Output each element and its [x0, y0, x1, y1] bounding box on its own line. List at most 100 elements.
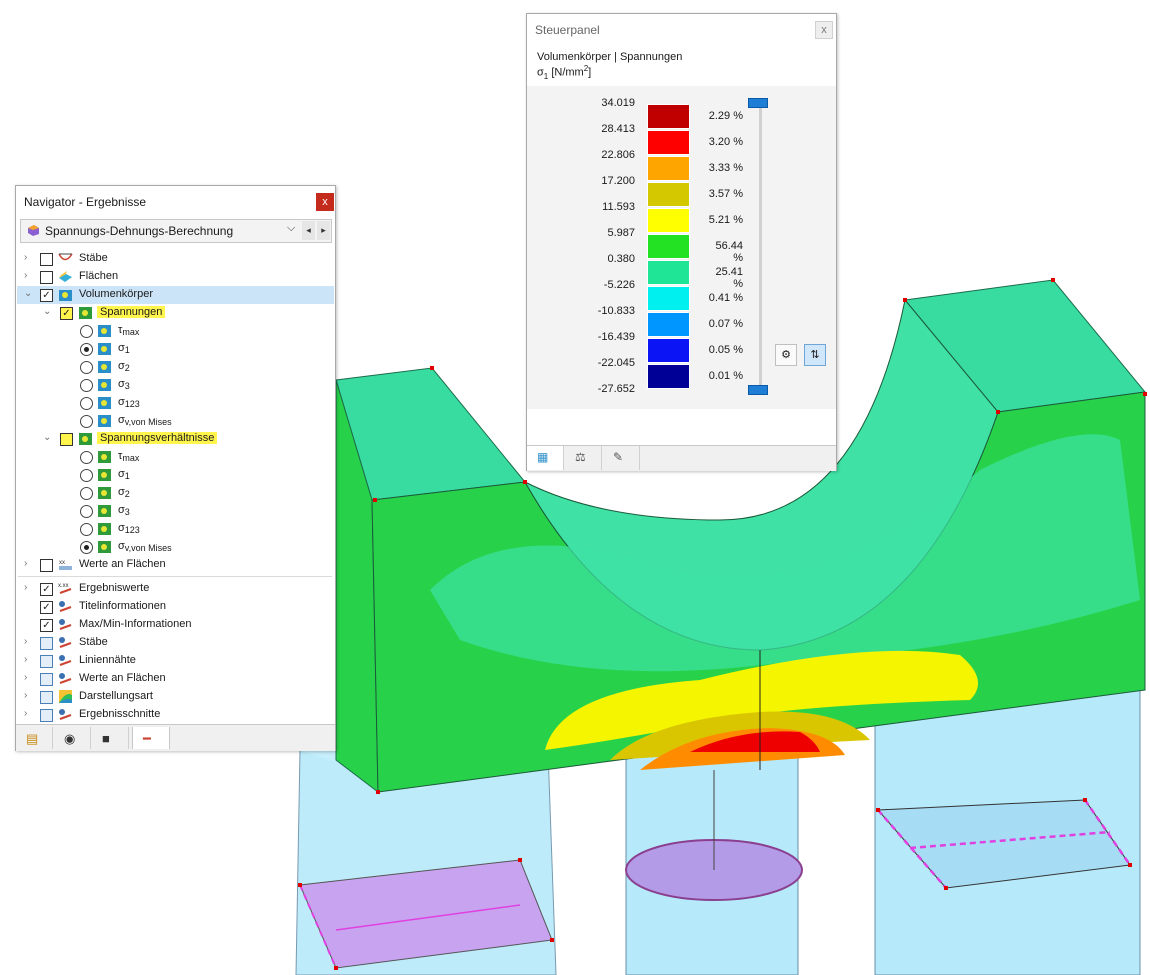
radio-button[interactable] [80, 397, 93, 410]
color-band [647, 312, 690, 337]
scale-value: 11.593 [602, 201, 635, 213]
tab-view[interactable]: ◉ [54, 727, 91, 749]
expand-icon[interactable]: › [24, 672, 34, 683]
tree-label: σ2 [118, 486, 130, 499]
tree-item-sigma-2[interactable]: σ2 [17, 358, 334, 376]
radio-button[interactable] [80, 325, 93, 338]
radio-button[interactable] [80, 541, 93, 554]
ratio-component-icon [98, 505, 111, 517]
tree-item-sigma-123[interactable]: σ123 [17, 394, 334, 412]
expand-icon[interactable]: › [24, 654, 34, 665]
tree-item-ratio-sigma-2[interactable]: σ2 [17, 484, 334, 502]
expand-icon[interactable]: › [24, 636, 34, 647]
tab-balance[interactable]: ⚖ [565, 446, 602, 470]
stress-component-icon [98, 325, 111, 337]
stress-icon [79, 307, 92, 319]
tree-item-display-staebe[interactable]: › Stäbe [17, 634, 334, 652]
maxmin-icon [59, 619, 72, 630]
tree-item-ratio-von-mises[interactable]: σv,von Mises [17, 538, 334, 556]
tab-settings[interactable]: ✎ [603, 446, 640, 470]
tab-camera[interactable]: ■ [92, 727, 129, 749]
checkbox[interactable] [40, 691, 53, 704]
analysis-type-combo[interactable]: Spannungs-Dehnungs-Berechnung ⌵ ◂ ▸ [20, 219, 332, 243]
color-band [647, 156, 690, 181]
tree-item-ratio-sigma-123[interactable]: σ123 [17, 520, 334, 538]
checkbox[interactable]: ✓ [40, 601, 53, 614]
radio-button[interactable] [80, 451, 93, 464]
tab-results-display[interactable]: ━ [132, 727, 170, 749]
expand-icon[interactable]: › [24, 270, 34, 281]
slider-min-handle[interactable] [748, 385, 768, 395]
tree-item-sigma-von-mises[interactable]: σv,von Mises [17, 412, 334, 430]
checkbox[interactable] [40, 637, 53, 650]
legend-scale-button[interactable]: ⇅ [804, 344, 826, 366]
checkbox[interactable] [40, 709, 53, 722]
tree-item-ratio-sigma-3[interactable]: σ3 [17, 502, 334, 520]
scale-value: -16.439 [597, 331, 635, 343]
tree-item-display-werte-an-flaechen[interactable]: › Werte an Flächen [17, 670, 334, 688]
tree-item-sigma-3[interactable]: σ3 [17, 376, 334, 394]
checkbox[interactable] [40, 271, 53, 284]
tab-data[interactable]: ▤ [16, 727, 53, 749]
range-slider-track[interactable] [759, 100, 762, 390]
radio-button[interactable] [80, 415, 93, 428]
tree-item-ergebniswerte[interactable]: › ✓ x.xx Ergebniswerte [17, 580, 334, 598]
radio-button[interactable] [80, 379, 93, 392]
checkbox[interactable]: ✓ [40, 289, 53, 302]
member-diagram-icon [58, 253, 73, 261]
checkbox[interactable]: ✓ [40, 583, 53, 596]
checkbox[interactable] [40, 655, 53, 668]
navigator-close-button[interactable]: x [316, 193, 334, 211]
tree-item-darstellungsart[interactable]: › Darstellungsart [17, 688, 334, 706]
scale-value: 34.019 [601, 97, 635, 109]
tree-item-titelinformationen[interactable]: ✓ Titelinformationen [17, 598, 334, 616]
checkbox[interactable]: ✓ [60, 307, 73, 320]
tree-item-ratio-tau-max[interactable]: τmax [17, 448, 334, 466]
collapse-icon[interactable]: ⌄ [43, 432, 53, 443]
slider-max-handle[interactable] [748, 98, 768, 108]
checkbox[interactable]: ✓ [40, 619, 53, 632]
prev-icon[interactable]: ◂ [302, 221, 315, 240]
next-icon[interactable]: ▸ [317, 221, 330, 240]
radio-button[interactable] [80, 343, 93, 356]
tab-color-scale[interactable]: ▦ [527, 446, 564, 470]
tree-label: τmax [118, 450, 140, 463]
tree-item-ratio-sigma-1[interactable]: σ1 [17, 466, 334, 484]
tree-item-staebe[interactable]: › Stäbe [17, 250, 334, 268]
expand-icon[interactable]: › [24, 558, 34, 569]
collapse-icon[interactable]: ⌄ [24, 288, 34, 299]
control-panel-close-button[interactable]: x [815, 21, 833, 39]
color-band [647, 338, 690, 363]
tree-label: σv,von Mises [118, 414, 172, 427]
radio-button[interactable] [80, 523, 93, 536]
checkbox[interactable] [60, 433, 73, 446]
expand-icon[interactable]: › [24, 582, 34, 593]
ratio-component-icon [98, 523, 111, 535]
tree-item-liniennaehte[interactable]: › Liniennähte [17, 652, 334, 670]
radio-button[interactable] [80, 469, 93, 482]
stress-component-icon [98, 379, 111, 391]
tree-item-tau-max[interactable]: τmax [17, 322, 334, 340]
color-band [647, 260, 690, 285]
radio-button[interactable] [80, 505, 93, 518]
collapse-icon[interactable]: ⌄ [43, 306, 53, 317]
tree-item-spannungsverhaeltnisse[interactable]: ⌄ Spannungsverhältnisse [17, 430, 334, 448]
checkbox[interactable] [40, 673, 53, 686]
tree-item-werte-an-flaechen[interactable]: › xx Werte an Flächen [17, 556, 334, 574]
expand-icon[interactable]: › [24, 690, 34, 701]
radio-button[interactable] [80, 361, 93, 374]
expand-icon[interactable]: › [24, 252, 34, 263]
radio-button[interactable] [80, 487, 93, 500]
tree-item-volumenkoerper[interactable]: ⌄ ✓ Volumenkörper [17, 286, 334, 304]
tree-item-flaechen[interactable]: › Flächen [17, 268, 334, 286]
chevron-down-icon[interactable]: ⌵ [287, 222, 295, 235]
tree-item-spannungen[interactable]: ⌄ ✓ Spannungen [17, 304, 334, 322]
expand-icon[interactable]: › [24, 708, 34, 719]
tree-item-maxmin[interactable]: ✓ Max/Min-Informationen [17, 616, 334, 634]
checkbox[interactable] [40, 559, 53, 572]
solid-icon [59, 290, 72, 301]
tree-item-ergebnisschnitte[interactable]: › Ergebnisschnitte [17, 706, 334, 724]
legend-settings-button[interactable]: ⚙ [775, 344, 797, 366]
tree-item-sigma-1[interactable]: σ1 [17, 340, 334, 358]
checkbox[interactable] [40, 253, 53, 266]
